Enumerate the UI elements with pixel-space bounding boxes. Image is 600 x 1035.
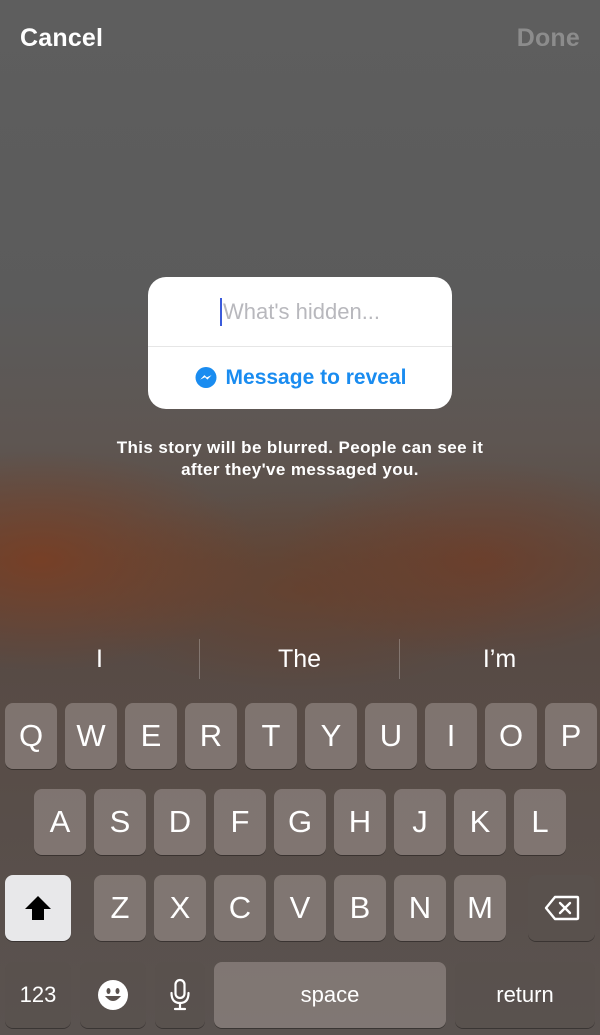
emoji-icon bbox=[97, 979, 129, 1011]
input-placeholder: What's hidden... bbox=[222, 298, 381, 324]
key-j[interactable]: J bbox=[394, 789, 446, 855]
key-p[interactable]: P bbox=[545, 703, 597, 769]
done-button[interactable]: Done bbox=[517, 24, 580, 53]
key-u[interactable]: U bbox=[365, 703, 417, 769]
key-a[interactable]: A bbox=[34, 789, 86, 855]
backspace-icon bbox=[544, 895, 580, 921]
key-b[interactable]: B bbox=[334, 875, 386, 941]
messenger-icon bbox=[194, 366, 218, 390]
key-m[interactable]: M bbox=[454, 875, 506, 941]
hint-line-1: This story will be blurred. People can s… bbox=[116, 438, 484, 457]
key-r[interactable]: R bbox=[185, 703, 237, 769]
key-k[interactable]: K bbox=[454, 789, 506, 855]
key-v[interactable]: V bbox=[274, 875, 326, 941]
space-key[interactable]: space bbox=[214, 962, 446, 1028]
delete-key[interactable] bbox=[528, 875, 595, 941]
blur-explanation-text: This story will be blurred. People can s… bbox=[60, 437, 540, 481]
key-s[interactable]: S bbox=[94, 789, 146, 855]
dictation-key[interactable] bbox=[155, 962, 205, 1028]
key-o[interactable]: O bbox=[485, 703, 537, 769]
key-z[interactable]: Z bbox=[94, 875, 146, 941]
text-caret bbox=[219, 297, 222, 326]
shift-icon bbox=[23, 894, 53, 922]
key-d[interactable]: D bbox=[154, 789, 206, 855]
return-key[interactable]: return bbox=[455, 962, 595, 1028]
keyboard: I The I’m Q W E R T Y U I O P A S D F G … bbox=[0, 619, 600, 1035]
hidden-text-input[interactable]: What's hidden... bbox=[148, 277, 452, 347]
hidden-message-card: What's hidden... Message to reveal bbox=[148, 277, 452, 409]
hint-line-2: after they've messaged you. bbox=[181, 460, 419, 479]
key-n[interactable]: N bbox=[394, 875, 446, 941]
key-q[interactable]: Q bbox=[5, 703, 57, 769]
suggestion-bar: I The I’m bbox=[0, 619, 600, 699]
key-c[interactable]: C bbox=[214, 875, 266, 941]
key-x[interactable]: X bbox=[154, 875, 206, 941]
key-g[interactable]: G bbox=[274, 789, 326, 855]
suggestion-2[interactable]: The bbox=[200, 619, 399, 699]
suggestion-1[interactable]: I bbox=[0, 619, 199, 699]
key-l[interactable]: L bbox=[514, 789, 566, 855]
cancel-button[interactable]: Cancel bbox=[20, 24, 103, 53]
key-t[interactable]: T bbox=[245, 703, 297, 769]
message-to-reveal-row[interactable]: Message to reveal bbox=[148, 347, 452, 409]
key-h[interactable]: H bbox=[334, 789, 386, 855]
microphone-icon bbox=[169, 978, 191, 1012]
key-e[interactable]: E bbox=[125, 703, 177, 769]
key-w[interactable]: W bbox=[65, 703, 117, 769]
key-i[interactable]: I bbox=[425, 703, 477, 769]
key-y[interactable]: Y bbox=[305, 703, 357, 769]
story-hidden-message-screen: Cancel Done What's hidden... Message to … bbox=[0, 0, 600, 1035]
key-f[interactable]: F bbox=[214, 789, 266, 855]
emoji-key[interactable] bbox=[80, 962, 146, 1028]
numbers-key[interactable]: 123 bbox=[5, 962, 71, 1028]
shift-key[interactable] bbox=[5, 875, 71, 941]
suggestion-3[interactable]: I’m bbox=[400, 619, 599, 699]
message-to-reveal-label: Message to reveal bbox=[225, 366, 407, 389]
